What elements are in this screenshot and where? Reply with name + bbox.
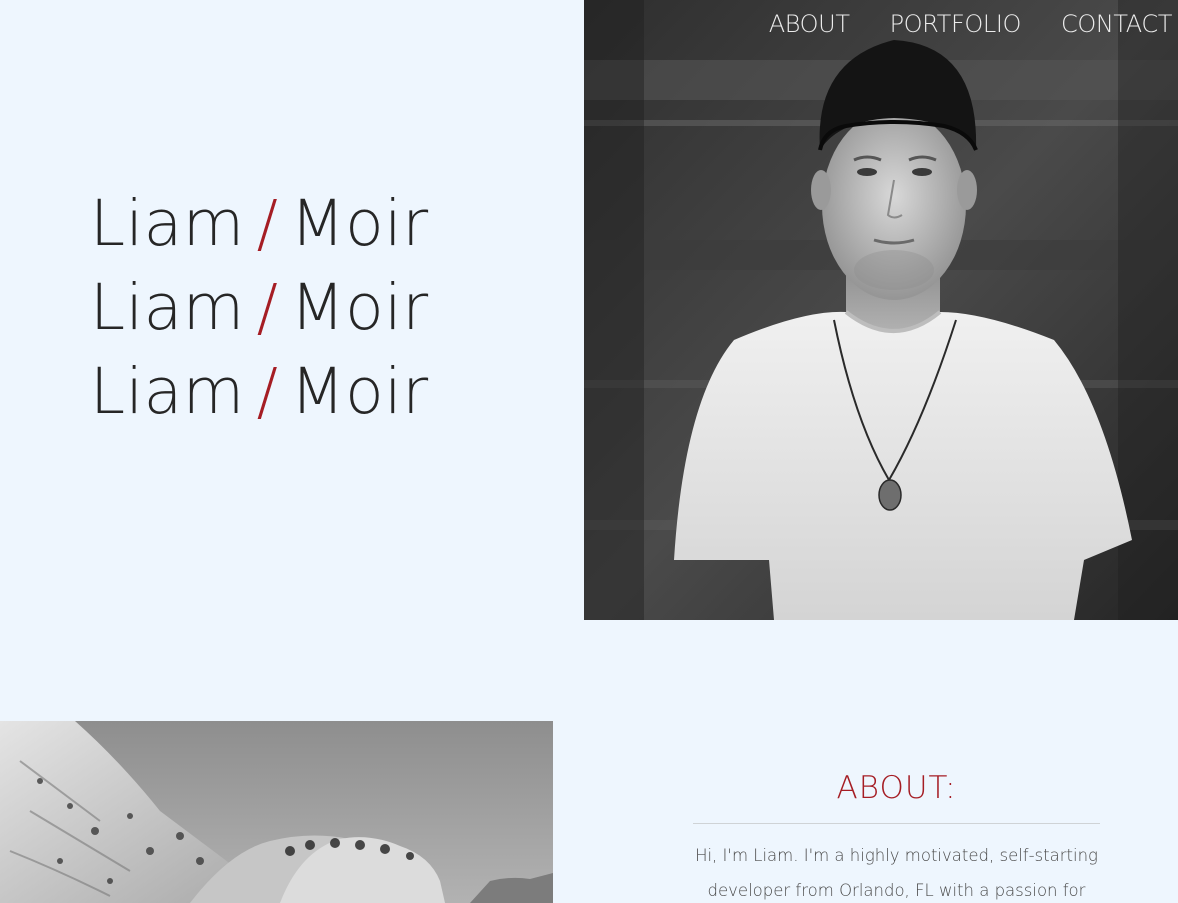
nav-portfolio[interactable]: PORTFOLIO [890,9,1022,39]
about-divider [693,823,1100,824]
hero-name-block: Liam / Moir Liam / Moir Liam / Moir [90,182,429,434]
about-heading: ABOUT: [836,770,957,806]
hero-name-line: Liam / Moir [90,350,429,434]
about-text: Hi, I'm Liam. I'm a highly motivated, se… [695,846,1098,900]
name-separator: / [256,271,279,344]
nav-about[interactable]: ABOUT [769,9,850,39]
last-name: Moir [290,271,429,344]
nav-contact[interactable]: CONTACT [1061,9,1172,39]
main-nav: ABOUT PORTFOLIO CONTACT [769,9,1173,39]
last-name: Moir [290,187,429,260]
name-separator: / [256,187,279,260]
about-section: ABOUT: Hi, I'm Liam. I'm a highly motiva… [693,765,1100,903]
first-name: Liam [90,187,245,260]
page: ABOUT PORTFOLIO CONTACT Liam / Moir Liam / M… [0,0,1178,903]
portrait-photo [584,0,1178,620]
hero-name-line: Liam / Moir [90,182,429,266]
last-name: Moir [290,355,429,428]
name-separator: / [256,355,279,428]
first-name: Liam [90,355,245,428]
first-name: Liam [90,271,245,344]
hero-name-line: Liam / Moir [90,266,429,350]
landscape-photo [0,721,553,903]
